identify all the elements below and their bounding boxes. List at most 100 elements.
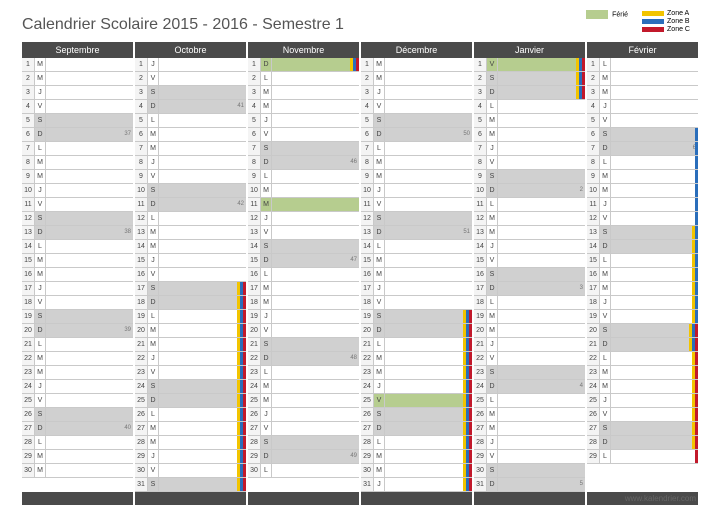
- day-row: 21D8: [587, 338, 698, 352]
- day-row: 1J: [135, 58, 246, 72]
- day-row: 25J: [587, 394, 698, 408]
- day-row: 21S: [248, 338, 359, 352]
- day-row: 23S: [474, 366, 585, 380]
- day-row: 10D2: [474, 184, 585, 198]
- day-row: 22J: [135, 352, 246, 366]
- day-row: 3J: [22, 86, 133, 100]
- day-row: 29L: [587, 450, 698, 464]
- day-row: 28L: [361, 436, 472, 450]
- month-col: Décembre1M2M3J4V5S6D507L8M9M10J11V12S13D…: [361, 42, 472, 505]
- day-row: 21J: [474, 338, 585, 352]
- day-row: 18V: [361, 296, 472, 310]
- day-row: 28L: [22, 436, 133, 450]
- legend-zone-a: Zone A: [642, 10, 690, 17]
- day-row: 27V: [248, 422, 359, 436]
- day-row: 15D47: [248, 254, 359, 268]
- day-row: 15L: [587, 254, 698, 268]
- day-row: 7J: [474, 142, 585, 156]
- day-row: 7S: [248, 142, 359, 156]
- day-row: 23L: [248, 366, 359, 380]
- day-row: 27S: [587, 422, 698, 436]
- day-row: 28S: [248, 436, 359, 450]
- day-row: 9L: [248, 170, 359, 184]
- day-row: 14L: [22, 240, 133, 254]
- day-row: 22M: [22, 352, 133, 366]
- day-row: 28J: [474, 436, 585, 450]
- day-row: 23M: [361, 366, 472, 380]
- day-row: 15M: [361, 254, 472, 268]
- day-row: 17M: [587, 282, 698, 296]
- day-row: 15M: [22, 254, 133, 268]
- day-row: 24M: [248, 380, 359, 394]
- day-row: 8V: [474, 156, 585, 170]
- day-row: 24J: [22, 380, 133, 394]
- day-row: 26M: [474, 408, 585, 422]
- day-row: 7M: [135, 142, 246, 156]
- day-row: 2M: [587, 72, 698, 86]
- day-row: 22L: [587, 352, 698, 366]
- day-row: 4L: [474, 100, 585, 114]
- day-row: 18D43: [135, 296, 246, 310]
- day-row: 12S: [22, 212, 133, 226]
- day-row: 31D5: [474, 478, 585, 492]
- day-row: 20S: [587, 324, 698, 338]
- day-row: 6D37: [22, 128, 133, 142]
- month-col: Octobre1J2V3S4D415L6M7M8J9V10S11D4212L13…: [135, 42, 246, 505]
- legend-zone-b: Zone B: [642, 18, 690, 25]
- day-row: 12L: [135, 212, 246, 226]
- day-row: 10J: [22, 184, 133, 198]
- day-row: 17D3: [474, 282, 585, 296]
- day-row: 7L: [22, 142, 133, 156]
- day-row: 10M: [587, 184, 698, 198]
- calendar-grid: Septembre1M2M3J4V5S6D377L8M9M10J11V12S13…: [22, 42, 698, 505]
- day-row: 31J: [361, 478, 472, 492]
- day-row: 23V: [135, 366, 246, 380]
- day-row: 5V: [587, 114, 698, 128]
- day-row: 31S: [135, 478, 246, 492]
- day-row: 15V: [474, 254, 585, 268]
- day-row: 2S: [474, 72, 585, 86]
- day-row: 9M: [361, 170, 472, 184]
- day-row: 8M: [361, 156, 472, 170]
- day-row: 20M: [135, 324, 246, 338]
- month-col: Janvier1V2S3D14L5M6M7J8V9S10D211L12M13M1…: [474, 42, 585, 505]
- day-row: 19L: [135, 310, 246, 324]
- day-row: 2L: [248, 72, 359, 86]
- day-row: 17S: [135, 282, 246, 296]
- day-row: 19S: [361, 310, 472, 324]
- day-row: 16M: [587, 268, 698, 282]
- legend-zone-c: Zone C: [642, 26, 690, 33]
- day-row: 11M: [248, 198, 359, 212]
- day-row: 29M: [361, 450, 472, 464]
- day-row: 6D50: [361, 128, 472, 142]
- day-row: 9S: [474, 170, 585, 184]
- day-row: 24D4: [474, 380, 585, 394]
- day-row: 27M: [474, 422, 585, 436]
- day-row: 14J: [474, 240, 585, 254]
- day-row: 16M: [22, 268, 133, 282]
- day-row: 9M: [22, 170, 133, 184]
- month-header: Février: [587, 42, 698, 58]
- day-row: 28D9: [587, 436, 698, 450]
- day-row: 28M: [135, 436, 246, 450]
- day-row: 26S: [361, 408, 472, 422]
- month-footer: [248, 492, 359, 505]
- day-row: 26S: [22, 408, 133, 422]
- day-row: 29J: [135, 450, 246, 464]
- day-row: 19J: [248, 310, 359, 324]
- day-row: 20D52: [361, 324, 472, 338]
- month-header: Janvier: [474, 42, 585, 58]
- day-row: 16L: [248, 268, 359, 282]
- day-row: 12J: [248, 212, 359, 226]
- legend-ferie: Férié: [586, 10, 628, 33]
- month-col: Novembre1D452L3M4M5J6V7S8D469L10M11M12J1…: [248, 42, 359, 505]
- day-row: 30L: [248, 464, 359, 478]
- month-header: Novembre: [248, 42, 359, 58]
- day-row: 17J: [361, 282, 472, 296]
- month-header: Octobre: [135, 42, 246, 58]
- day-row: 7D6: [587, 142, 698, 156]
- day-row: 12M: [474, 212, 585, 226]
- day-row: 9M: [587, 170, 698, 184]
- day-row: 30M: [361, 464, 472, 478]
- day-row: 29M: [22, 450, 133, 464]
